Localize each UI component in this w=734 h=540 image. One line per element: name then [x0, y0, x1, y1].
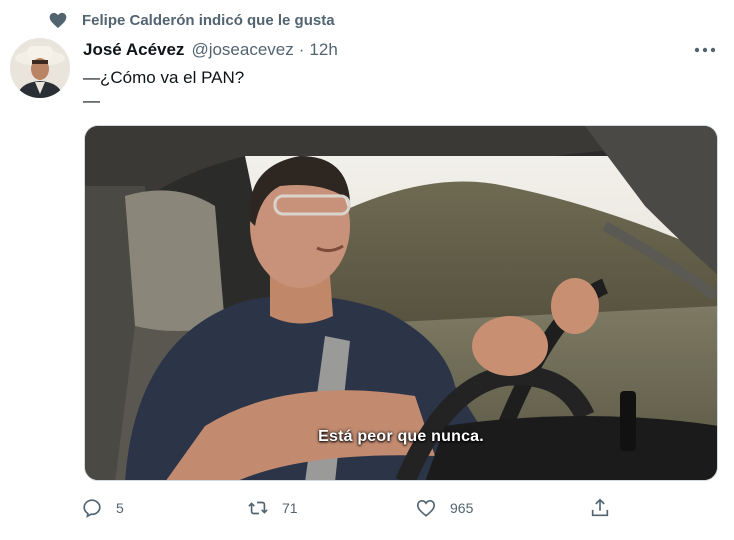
separator-dot: · [298, 40, 305, 59]
tweet-header: José Acévez @joseacevez · 12h [83, 39, 338, 61]
tweet-media-video[interactable]: Está peor que nunca. [84, 125, 718, 481]
heart-icon [49, 12, 67, 28]
retweet-icon [248, 501, 268, 515]
social-context-text: Felipe Calderón indicó que le gusta [82, 11, 335, 29]
social-context[interactable]: Felipe Calderón indicó que le gusta [48, 9, 335, 31]
author-handle[interactable]: @joseacevez [191, 40, 293, 60]
reply-button[interactable]: 5 [81, 494, 124, 522]
reply-count: 5 [116, 500, 124, 516]
like-count: 965 [450, 500, 474, 516]
timestamp[interactable]: 12h [309, 40, 337, 60]
avatar[interactable] [10, 38, 70, 98]
more-options-button[interactable] [692, 40, 718, 60]
video-subtitle: Está peor que nunca. [318, 428, 484, 445]
share-icon [591, 498, 609, 517]
share-button[interactable] [589, 494, 624, 522]
tweet-line-2: — [83, 91, 100, 110]
tweet-text: —¿Cómo va el PAN? — [83, 66, 244, 112]
retweet-count: 71 [282, 500, 298, 516]
like-heart-icon [416, 500, 436, 517]
retweet-button[interactable]: 71 [247, 494, 298, 522]
like-button[interactable]: 965 [415, 494, 473, 522]
reply-icon [83, 499, 101, 518]
tweet-line-1: —¿Cómo va el PAN? [83, 68, 245, 87]
author-name[interactable]: José Acévez [83, 40, 184, 60]
tweet-actions: 5 71 965 [81, 494, 621, 522]
more-icon [694, 47, 716, 53]
